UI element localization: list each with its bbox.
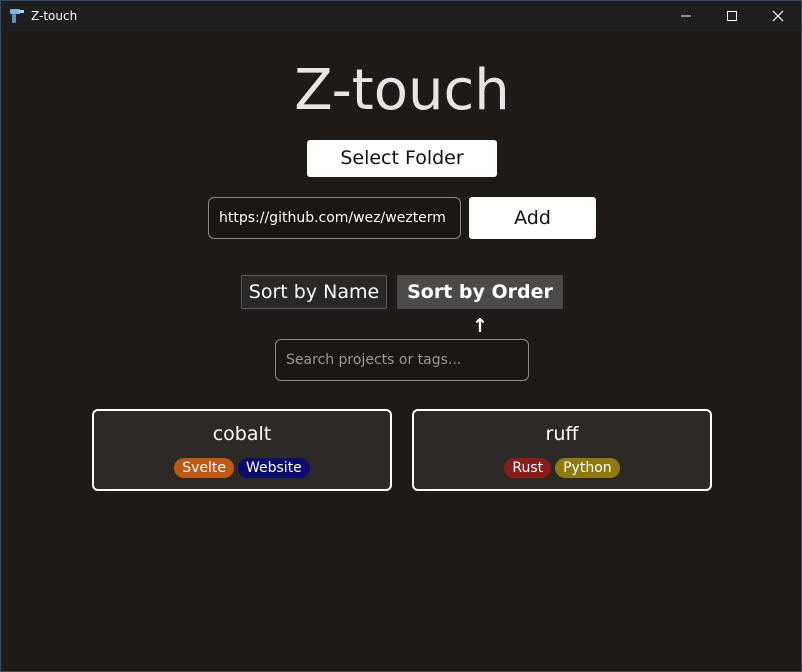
maximize-icon	[727, 11, 737, 21]
sort-by-name-button[interactable]: Sort by Name	[241, 275, 387, 309]
sort-by-order-button[interactable]: Sort by Order ↑	[397, 275, 563, 337]
add-button[interactable]: Add	[469, 197, 596, 239]
select-folder-button[interactable]: Select Folder	[307, 140, 497, 177]
minimize-button[interactable]	[663, 1, 709, 31]
tag-list: Rust Python	[414, 458, 710, 478]
repo-url-input[interactable]	[208, 197, 461, 239]
project-card-ruff[interactable]: ruff Rust Python	[412, 409, 712, 491]
app-icon	[9, 8, 25, 24]
minimize-icon	[681, 15, 691, 17]
close-button[interactable]	[755, 1, 801, 31]
tag-svelte[interactable]: Svelte	[174, 458, 234, 478]
title-bar[interactable]: Z-touch	[1, 1, 801, 31]
search-input[interactable]	[275, 339, 529, 381]
app-window: Z-touch Z-touch Select Folder Add Sort b…	[0, 0, 802, 672]
tag-rust[interactable]: Rust	[504, 458, 552, 478]
close-icon	[772, 10, 784, 22]
tag-python[interactable]: Python	[555, 458, 620, 478]
window-title: Z-touch	[31, 9, 78, 23]
project-card-cobalt[interactable]: cobalt Svelte Website	[92, 409, 392, 491]
project-name: cobalt	[212, 423, 272, 445]
maximize-button[interactable]	[709, 1, 755, 31]
tag-list: Svelte Website	[94, 458, 390, 478]
page-title: Z-touch	[294, 58, 510, 123]
project-name: ruff	[545, 423, 579, 445]
tag-website[interactable]: Website	[237, 458, 310, 478]
